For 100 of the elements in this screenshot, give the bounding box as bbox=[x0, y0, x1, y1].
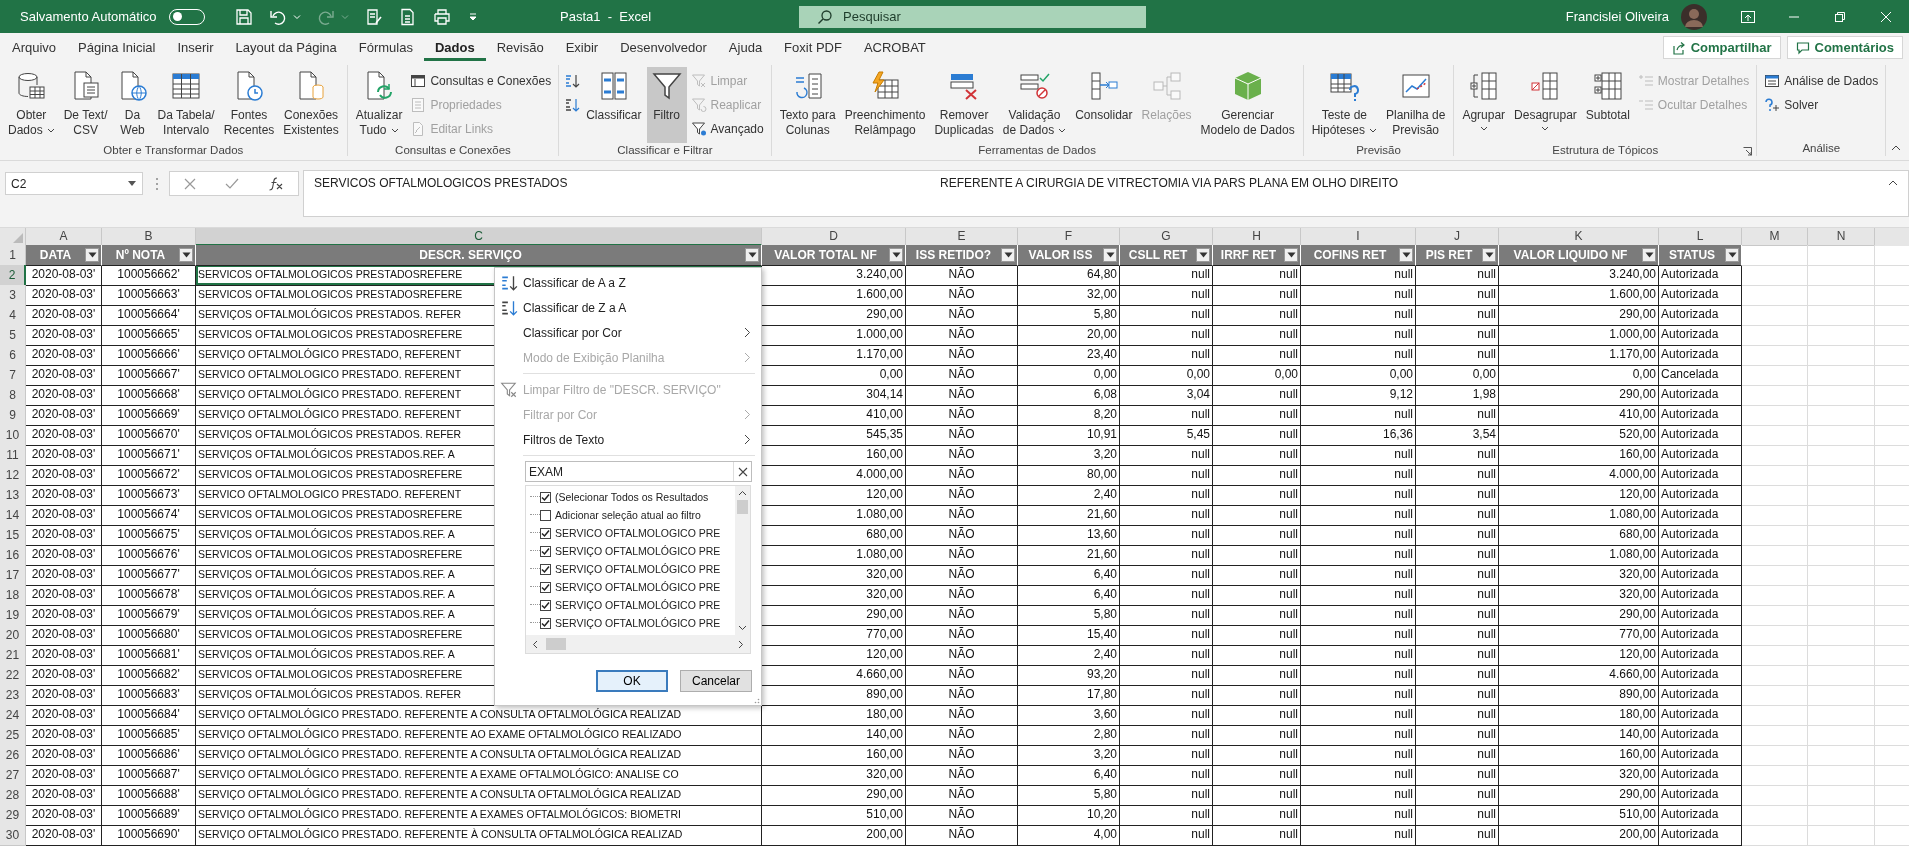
table-cell[interactable]: 510,00 bbox=[1499, 805, 1659, 826]
empty-cell[interactable] bbox=[1808, 505, 1875, 526]
table-cell[interactable]: NÃO bbox=[906, 445, 1018, 466]
empty-cell[interactable] bbox=[1742, 345, 1808, 366]
table-cell[interactable]: 6,40 bbox=[1018, 565, 1120, 586]
table-cell[interactable]: 5,80 bbox=[1018, 605, 1120, 626]
table-cell[interactable]: null bbox=[1416, 625, 1499, 646]
table-cell[interactable]: 100056666' bbox=[102, 345, 196, 366]
table-cell[interactable]: 100056684' bbox=[102, 705, 196, 726]
table-cell[interactable]: 100056689' bbox=[102, 805, 196, 826]
table-cell[interactable]: 2020-08-03' bbox=[26, 405, 102, 426]
table-cell[interactable]: Autorizada bbox=[1659, 685, 1742, 706]
ribbon-button[interactable]: Subtotal bbox=[1581, 67, 1634, 143]
ribbon-button[interactable]: Obter Dados bbox=[4, 67, 59, 143]
empty-cell[interactable] bbox=[1808, 605, 1875, 626]
ribbon-button[interactable]: Gerenciar Modelo de Dados bbox=[1196, 67, 1299, 143]
table-cell[interactable]: 64,80 bbox=[1018, 265, 1120, 286]
table-cell[interactable]: 17,80 bbox=[1018, 685, 1120, 706]
filter-search-field[interactable]: EXAM bbox=[525, 461, 752, 482]
table-cell[interactable]: NÃO bbox=[906, 545, 1018, 566]
table-cell[interactable]: 0,00 bbox=[1416, 365, 1499, 386]
table-cell[interactable]: null bbox=[1213, 745, 1301, 766]
table-cell[interactable]: null bbox=[1416, 605, 1499, 626]
table-cell[interactable]: 100056682' bbox=[102, 665, 196, 686]
table-cell[interactable]: null bbox=[1213, 505, 1301, 526]
table-cell[interactable]: 3,04 bbox=[1120, 385, 1213, 406]
empty-cell[interactable] bbox=[1808, 285, 1875, 306]
ribbon-tab[interactable]: Desenvolvedor bbox=[609, 34, 718, 61]
row-number[interactable]: 14 bbox=[0, 505, 26, 526]
row-number[interactable]: 5 bbox=[0, 325, 26, 346]
checkbox[interactable] bbox=[540, 617, 551, 629]
filter-dropdown-button[interactable] bbox=[1642, 248, 1656, 262]
table-cell[interactable]: 2020-08-03' bbox=[26, 745, 102, 766]
row-number[interactable]: 27 bbox=[0, 765, 26, 786]
table-cell[interactable]: 16,36 bbox=[1301, 425, 1416, 446]
table-cell[interactable]: null bbox=[1301, 325, 1416, 346]
empty-cell[interactable] bbox=[1742, 785, 1808, 806]
table-cell[interactable]: 0,00 bbox=[1213, 365, 1301, 386]
table-cell[interactable]: NÃO bbox=[906, 405, 1018, 426]
empty-cell[interactable] bbox=[1742, 305, 1808, 326]
table-cell[interactable]: 4.000,00 bbox=[1499, 465, 1659, 486]
table-cell[interactable]: 32,00 bbox=[1018, 285, 1120, 306]
table-cell[interactable]: Autorizada bbox=[1659, 545, 1742, 566]
table-cell[interactable]: null bbox=[1416, 785, 1499, 806]
table-cell[interactable]: null bbox=[1120, 705, 1213, 726]
ribbon-button[interactable]: Fontes Recentes bbox=[219, 67, 279, 143]
table-cell[interactable]: 2020-08-03' bbox=[26, 265, 102, 286]
table-cell[interactable]: null bbox=[1416, 405, 1499, 426]
ribbon-button[interactable]: De Text/ CSV bbox=[59, 67, 112, 143]
table-cell[interactable]: 2020-08-03' bbox=[26, 765, 102, 786]
table-cell[interactable]: null bbox=[1416, 525, 1499, 546]
table-cell[interactable]: Autorizada bbox=[1659, 825, 1742, 846]
table-cell[interactable]: NÃO bbox=[906, 765, 1018, 786]
table-cell[interactable]: NÃO bbox=[906, 525, 1018, 546]
table-cell[interactable]: 80,00 bbox=[1018, 465, 1120, 486]
empty-cell[interactable] bbox=[1808, 765, 1875, 786]
table-cell[interactable]: 2020-08-03' bbox=[26, 505, 102, 526]
cancel-button[interactable]: Cancelar bbox=[680, 670, 752, 692]
row-number[interactable]: 6 bbox=[0, 345, 26, 366]
table-cell[interactable]: 0,00 bbox=[1499, 365, 1659, 386]
ribbon-button[interactable]: Desagrupar bbox=[1510, 67, 1581, 143]
empty-cell[interactable] bbox=[1742, 285, 1808, 306]
avatar-icon[interactable] bbox=[1681, 3, 1707, 30]
table-cell[interactable]: 4,00 bbox=[1018, 825, 1120, 846]
table-cell[interactable]: null bbox=[1120, 525, 1213, 546]
table-cell[interactable]: 120,00 bbox=[1499, 485, 1659, 506]
ribbon-button[interactable]: Conexões Existentes bbox=[279, 67, 343, 143]
table-cell[interactable]: 2020-08-03' bbox=[26, 665, 102, 686]
row-number[interactable]: 25 bbox=[0, 725, 26, 746]
empty-cell[interactable] bbox=[1742, 485, 1808, 506]
empty-cell[interactable] bbox=[1742, 825, 1808, 846]
dialog-launcher-icon[interactable] bbox=[1743, 147, 1753, 156]
table-cell[interactable]: null bbox=[1301, 585, 1416, 606]
table-cell[interactable]: 5,80 bbox=[1018, 305, 1120, 326]
table-cell[interactable]: null bbox=[1301, 605, 1416, 626]
table-cell[interactable]: 290,00 bbox=[1499, 605, 1659, 626]
table-cell[interactable]: null bbox=[1416, 565, 1499, 586]
ribbon-tab[interactable]: Arquivo bbox=[1, 34, 68, 61]
table-cell[interactable]: null bbox=[1416, 465, 1499, 486]
table-cell[interactable]: 100056674' bbox=[102, 505, 196, 526]
table-cell[interactable]: null bbox=[1213, 605, 1301, 626]
table-cell[interactable]: 160,00 bbox=[762, 745, 906, 766]
table-cell[interactable]: 100056679' bbox=[102, 605, 196, 626]
checkbox[interactable] bbox=[540, 545, 551, 557]
table-cell[interactable]: 200,00 bbox=[762, 825, 906, 846]
ribbon-button[interactable]: Solver bbox=[1761, 93, 1882, 116]
table-cell[interactable]: null bbox=[1301, 765, 1416, 786]
scrollbar-thumb[interactable] bbox=[546, 638, 566, 650]
table-cell[interactable]: 180,00 bbox=[762, 705, 906, 726]
row-number[interactable]: 1 bbox=[0, 245, 26, 266]
table-cell[interactable]: 20,00 bbox=[1018, 325, 1120, 346]
table-cell[interactable]: NÃO bbox=[906, 385, 1018, 406]
table-cell[interactable]: null bbox=[1120, 645, 1213, 666]
table-cell[interactable]: NÃO bbox=[906, 305, 1018, 326]
table-cell[interactable]: null bbox=[1416, 445, 1499, 466]
table-cell[interactable]: null bbox=[1213, 665, 1301, 686]
table-cell[interactable]: 2020-08-03' bbox=[26, 565, 102, 586]
empty-cell[interactable] bbox=[1808, 685, 1875, 706]
table-cell[interactable]: NÃO bbox=[906, 505, 1018, 526]
table-cell[interactable]: SERVIÇO OFTALMOLÓGICO PRESTADO. REFERENTE A CONSULTA OFTALMOLÓGICA REALIZAD bbox=[196, 745, 762, 766]
